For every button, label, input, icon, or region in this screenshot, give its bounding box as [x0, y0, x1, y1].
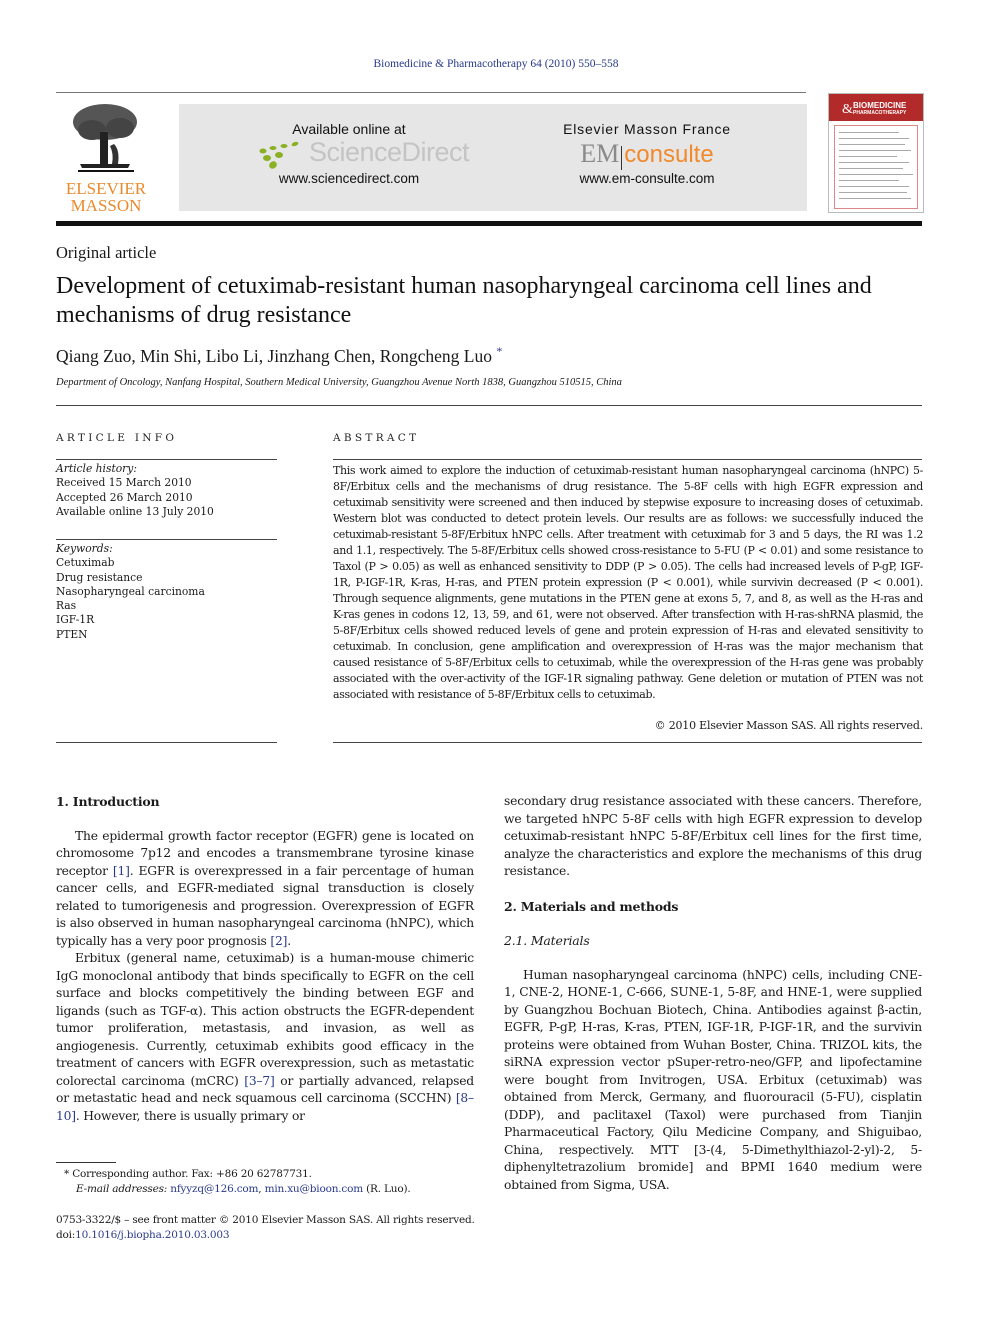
section-heading-materials-methods: 2. Materials and methods [504, 898, 679, 914]
authors-text: Qiang Zuo, Min Shi, Libo Li, Jinzhang Ch… [56, 345, 492, 366]
journal-cover-thumbnail[interactable]: & BIOMEDICINE PHARMACOTHERAPY [828, 93, 924, 213]
elsevier-tree-icon [73, 104, 137, 172]
cover-subtitle: PHARMACOTHERAPY [853, 110, 907, 116]
abstract-copyright: © 2010 Elsevier Masson SAS. All rights r… [654, 719, 924, 732]
article-history-label: Article history: [56, 462, 137, 475]
keywords-rule [56, 539, 277, 540]
intro-paragraph-1: The epidermal growth factor receptor (EG… [56, 828, 474, 948]
affiliation: Department of Oncology, Nanfang Hospital… [56, 377, 622, 388]
footnote: * Corresponding author. Fax: +86 20 6278… [64, 1168, 411, 1195]
journal-reference-link[interactable]: Biomedicine & Pharmacotherapy 64 (2010) … [0, 58, 992, 70]
keyword: Cetuximab [56, 556, 115, 570]
em-publisher-label: Elsevier Masson France [563, 121, 731, 137]
doi-link[interactable]: 10.1016/j.biopha.2010.03.003 [75, 1229, 229, 1241]
corresponding-author-note: Corresponding author. Fax: +86 20 627877… [72, 1168, 312, 1180]
issn-copyright: 0753-3322/$ – see front matter © 2010 El… [56, 1214, 475, 1226]
footnote-mark: * [64, 1168, 70, 1180]
section-heading-introduction: 1. Introduction [56, 794, 160, 809]
article-info-bottom-rule [56, 742, 277, 743]
email-label: E-mail addresses: [76, 1183, 168, 1195]
cover-contents-box [834, 125, 918, 209]
online-availability-banner: Available online at ScienceDirect www.sc… [179, 104, 807, 211]
email-link[interactable]: nfyyzq@126.com [170, 1183, 258, 1195]
em-wordmark: EM [580, 139, 620, 168]
abstract-bottom-rule [333, 742, 922, 743]
subsection-heading-materials: 2.1. Materials [504, 933, 590, 948]
intro-paragraph-2-continued: secondary drug resistance associated wit… [504, 794, 922, 878]
sciencedirect-dots-icon [259, 141, 299, 169]
keyword: Nasopharyngeal carcinoma [56, 584, 205, 598]
elsevier-masson-logo[interactable]: ELSEVIER MASSON [56, 100, 156, 215]
keywords-label: Keywords: [56, 542, 113, 555]
materials-paragraph: Human nasopharyngeal carcinoma (hNPC) ce… [504, 967, 922, 1192]
front-matter: 0753-3322/$ – see front matter © 2010 El… [56, 1213, 476, 1243]
left-column: 1. Introduction The epidermal growth fac… [56, 793, 474, 1125]
doi-label: doi: [56, 1229, 76, 1241]
author-list: Qiang Zuo, Min Shi, Libo Li, Jinzhang Ch… [56, 344, 502, 367]
footnote-rule [56, 1162, 116, 1163]
abstract-heading: ABSTRACT [333, 432, 420, 444]
history-accepted: Accepted 26 March 2010 [56, 490, 193, 504]
sciencedirect-wordmark: ScienceDirect [309, 137, 470, 167]
abstract-top-rule [333, 459, 922, 460]
sciencedirect-url[interactable]: www.sciencedirect.com [239, 171, 459, 186]
keyword: PTEN [56, 627, 88, 641]
cover-header: & BIOMEDICINE PHARMACOTHERAPY [829, 94, 923, 121]
history-received: Received 15 March 2010 [56, 476, 192, 490]
em-consulte-logo: EM consulte [547, 137, 747, 171]
corresponding-author-mark[interactable]: * [496, 344, 502, 358]
cover-ampersand: & [842, 102, 853, 117]
article-info-heading: ARTICLE INFO [56, 432, 178, 444]
available-online-label: Available online at [292, 121, 406, 137]
sciencedirect-block[interactable]: Available online at ScienceDirect www.sc… [239, 104, 470, 211]
keyword: IGF-1R [56, 613, 95, 627]
em-consulte-block[interactable]: Elsevier Masson France EM consulte www.em… [547, 104, 747, 211]
email-link[interactable]: min.xu@bioon.com [265, 1183, 364, 1195]
keyword: Ras [56, 599, 77, 613]
article-history: Article history: Received 15 March 2010 … [56, 462, 278, 519]
intro-paragraph-2: Erbitux (general name, cetuximab) is a h… [56, 951, 474, 1123]
header-thick-rule [56, 221, 922, 226]
history-online: Available online 13 July 2010 [56, 504, 214, 518]
title-block-rule [56, 405, 922, 406]
article-type: Original article [56, 243, 157, 262]
keyword: Drug resistance [56, 570, 143, 584]
header-rule [56, 92, 806, 93]
cover-title: BIOMEDICINE [853, 101, 907, 110]
masson-wordmark: MASSON [70, 196, 142, 215]
article-info-rule [56, 459, 277, 460]
citation-link[interactable]: [1] [113, 864, 130, 878]
article-title: Development of cetuximab-resistant human… [56, 273, 872, 328]
consulte-wordmark: consulte [624, 141, 714, 168]
elsevier-wordmark: ELSEVIER [65, 179, 147, 198]
em-consulte-url[interactable]: www.em-consulte.com [547, 171, 747, 186]
abstract-body: This work aimed to explore the induction… [333, 464, 923, 701]
em-divider [621, 145, 623, 170]
citation-link[interactable]: [2] [270, 934, 287, 948]
citation-link[interactable]: [3–7] [244, 1074, 275, 1088]
right-column: secondary drug resistance associated wit… [504, 793, 922, 1194]
keywords-list: Keywords: Cetuximab Drug resistance Naso… [56, 542, 278, 642]
